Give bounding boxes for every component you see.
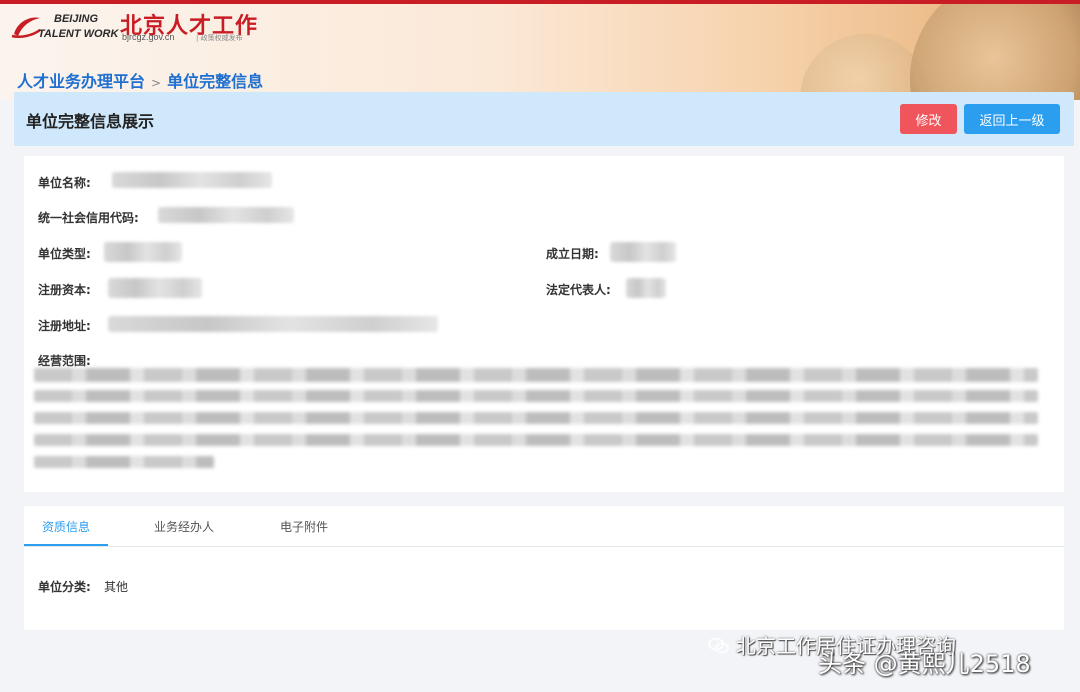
redacted-credit-code [158, 207, 294, 223]
redacted-established-date [610, 242, 676, 262]
address-label: 注册地址: [38, 319, 91, 333]
unit-name-label: 单位名称: [38, 176, 91, 190]
breadcrumb-separator: > [151, 76, 162, 90]
redacted-scope-line [34, 434, 1038, 446]
capital-label: 注册资本: [38, 283, 91, 297]
redacted-capital [108, 278, 202, 298]
logo-slogan: | 政策权威发布 [196, 34, 243, 42]
panel-title: 单位完整信息展示 [26, 112, 155, 131]
redacted-scope-line [34, 412, 1038, 424]
breadcrumb: 人才业务办理平台 > 单位完整信息 [17, 68, 263, 92]
banner-decoration [910, 4, 1080, 100]
back-button[interactable]: 返回上一级 [964, 104, 1060, 134]
detail-tabs-card: 资质信息 业务经办人 电子附件 单位分类: 其他 [24, 506, 1064, 630]
redacted-scope-line [34, 368, 1038, 382]
site-logo[interactable]: BEIJING TALENT WORK 北京人才工作 bjrcgz.gov.cn… [10, 10, 260, 46]
breadcrumb-root[interactable]: 人才业务办理平台 [17, 72, 145, 91]
active-tab-indicator [24, 544, 108, 546]
logo-text-beijing: BEIJING [54, 13, 99, 25]
redacted-legal-rep [626, 278, 666, 298]
panel-header: 单位完整信息展示 修改 返回上一级 [14, 92, 1074, 146]
logo-url: bjrcgz.gov.cn [122, 32, 175, 42]
breadcrumb-current: 单位完整信息 [167, 72, 264, 91]
scope-label: 经营范围: [38, 354, 91, 368]
edit-button[interactable]: 修改 [900, 104, 957, 134]
tabs-divider [24, 546, 1064, 547]
tab-attachments[interactable]: 电子附件 [280, 518, 328, 546]
credit-code-label: 统一社会信用代码: [38, 211, 139, 225]
redacted-address [108, 316, 438, 332]
unit-info-card: 单位名称: 统一社会信用代码: 单位类型: 成立日期: 注册资本: 法定代表人:… [24, 156, 1064, 492]
redacted-scope-line [34, 456, 214, 468]
redacted-unit-name [112, 172, 272, 188]
redacted-scope-line [34, 390, 1038, 402]
unit-type-label: 单位类型: [38, 247, 91, 261]
established-label: 成立日期: [546, 247, 599, 261]
tab-handler[interactable]: 业务经办人 [154, 518, 214, 546]
legal-rep-label: 法定代表人: [546, 283, 611, 297]
unit-category-value: 其他 [104, 580, 129, 594]
site-banner: BEIJING TALENT WORK 北京人才工作 bjrcgz.gov.cn… [0, 4, 1080, 100]
redacted-unit-type [104, 242, 182, 262]
logo-text-talent-work: TALENT WORK [38, 28, 119, 40]
unit-category-label: 单位分类: [38, 580, 91, 594]
wechat-icon [708, 637, 729, 654]
watermark-toutiao: 头条 @黄熙儿2518 [818, 650, 1031, 678]
tab-qualification[interactable]: 资质信息 [42, 518, 90, 546]
